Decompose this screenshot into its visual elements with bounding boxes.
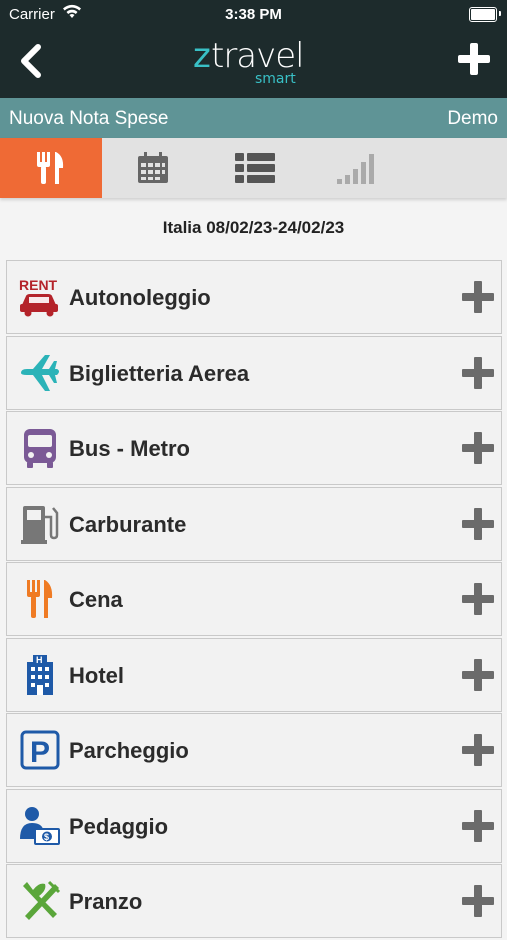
signal-bars-icon — [337, 154, 374, 184]
add-button[interactable] — [457, 42, 491, 76]
category-label: Carburante — [69, 511, 187, 537]
tab-calendar[interactable] — [102, 138, 204, 198]
list-icon — [235, 153, 275, 183]
calendar-icon — [138, 152, 168, 183]
airplane-icon — [17, 350, 63, 396]
category-label: Pedaggio — [69, 813, 169, 839]
fork-knife-icon — [37, 152, 64, 184]
list-item-pedaggio[interactable]: $ Pedaggio — [6, 788, 502, 863]
expense-header: Nuova Nota Spese Demo — [0, 98, 507, 138]
add-expense-icon[interactable] — [461, 431, 495, 465]
list-item-autonoleggio[interactable]: RENT Autonoleggio — [6, 260, 502, 334]
tab-categories[interactable] — [0, 138, 102, 198]
fuel-pump-icon — [17, 501, 63, 547]
add-expense-icon[interactable] — [461, 280, 495, 314]
bus-icon — [17, 425, 63, 471]
battery-icon — [469, 7, 501, 22]
list-item-cena[interactable]: Cena — [6, 562, 502, 636]
logo-travel: travel — [211, 36, 305, 76]
add-expense-icon[interactable] — [461, 809, 495, 843]
list-item-hotel[interactable]: H Hotel — [6, 637, 502, 712]
category-label: Pranzo — [69, 889, 143, 914]
parking-letter: P — [30, 736, 50, 769]
trip-date-range: Italia 08/02/23-24/02/23 — [162, 218, 345, 237]
expense-title: Nuova Nota Spese — [9, 108, 169, 129]
add-expense-icon[interactable] — [461, 356, 495, 390]
category-list: RENT Autonoleggio Biglietteria Aerea Bus… — [6, 260, 502, 940]
hotel-icon: H — [17, 652, 63, 698]
category-label: Hotel — [69, 662, 124, 688]
user-label: Demo — [447, 108, 498, 129]
category-label: Parcheggio — [69, 738, 189, 763]
category-label: Autonoleggio — [69, 285, 211, 310]
list-item-parcheggio[interactable]: P Parcheggio — [6, 713, 502, 787]
logo-smart: smart — [255, 71, 296, 87]
tab-list[interactable] — [204, 138, 306, 198]
fork-knife-crossed-icon — [17, 878, 63, 924]
list-item-carburante[interactable]: Carburante — [6, 486, 502, 561]
add-expense-icon[interactable] — [461, 884, 495, 918]
list-item-bus-metro[interactable]: Bus - Metro — [6, 411, 502, 485]
ztravel-logo: z travel smart — [193, 36, 313, 88]
add-expense-icon[interactable] — [461, 733, 495, 767]
back-button[interactable] — [16, 42, 46, 80]
navigation-bar: z travel smart — [0, 28, 507, 98]
add-expense-icon[interactable] — [461, 507, 495, 541]
category-label: Biglietteria Aerea — [69, 360, 250, 386]
tab-stats[interactable] — [306, 138, 408, 198]
category-label: Bus - Metro — [69, 436, 190, 461]
rent-car-icon: RENT — [17, 274, 63, 320]
add-expense-icon[interactable] — [461, 658, 495, 692]
category-label: Cena — [69, 587, 123, 612]
tab-bar — [0, 138, 507, 198]
clock: 3:38 PM — [225, 6, 282, 23]
fork-knife-icon — [17, 576, 63, 622]
logo-z: z — [193, 36, 211, 76]
toll-icon: $ — [17, 803, 63, 849]
add-expense-icon[interactable] — [461, 582, 495, 616]
list-item-biglietteria-aerea[interactable]: Biglietteria Aerea — [6, 335, 502, 410]
hotel-sign: H — [36, 655, 43, 665]
status-bar: Carrier 3:38 PM — [0, 0, 507, 28]
list-item-pranzo[interactable]: Pranzo — [6, 864, 502, 938]
parking-icon: P — [17, 727, 63, 773]
toll-currency: $ — [44, 832, 49, 842]
rent-label: RENT — [19, 277, 58, 293]
